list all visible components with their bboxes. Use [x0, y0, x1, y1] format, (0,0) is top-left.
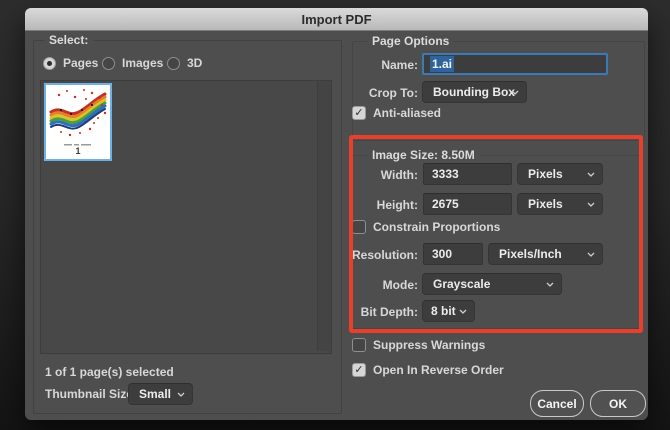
width-unit-dropdown[interactable]: Pixels	[517, 163, 603, 185]
chevron-down-icon	[511, 90, 519, 95]
constrain-proportions-checkbox[interactable]: Constrain Proportions	[352, 220, 500, 234]
resolution-unit-value: Pixels/Inch	[489, 247, 562, 261]
cancel-button-label: Cancel	[537, 397, 576, 411]
height-input[interactable]	[423, 193, 512, 215]
import-pdf-dialog: Import PDF Select: Pages Images 3D	[25, 8, 648, 420]
checkbox-checked-icon: ✓	[352, 106, 366, 120]
height-label: Height:	[345, 198, 418, 212]
resolution-unit-dropdown[interactable]: Pixels/Inch	[488, 243, 603, 265]
height-unit-dropdown[interactable]: Pixels	[517, 193, 603, 215]
pdf-preview-art	[46, 85, 110, 143]
radio-unselected-icon	[167, 57, 180, 70]
name-input[interactable]: 1.ai	[422, 53, 608, 75]
width-input[interactable]	[423, 163, 512, 185]
cancel-button[interactable]: Cancel	[530, 390, 584, 417]
crop-to-dropdown[interactable]: Bounding Box	[422, 81, 527, 103]
name-value-selected-text: 1.ai	[430, 56, 454, 72]
mode-dropdown[interactable]: Grayscale	[422, 273, 562, 295]
radio-pages-label: Pages	[63, 56, 98, 70]
thumbnail-size-value: Small	[129, 387, 171, 401]
name-label: Name:	[345, 58, 418, 72]
selection-status: 1 of 1 page(s) selected	[45, 365, 174, 379]
suppress-warnings-label: Suppress Warnings	[373, 338, 485, 352]
page-thumbnail[interactable]: 1	[44, 83, 112, 161]
crop-to-value: Bounding Box	[423, 85, 515, 99]
open-reverse-order-label: Open In Reverse Order	[373, 363, 504, 377]
ok-button-label: OK	[609, 397, 627, 411]
bit-depth-value: 8 bit	[423, 304, 456, 318]
checkbox-checked-icon: ✓	[352, 363, 366, 377]
dialog-title: Import PDF	[301, 12, 371, 27]
chevron-down-icon	[587, 252, 595, 257]
chevron-down-icon	[587, 202, 595, 207]
suppress-warnings-checkbox[interactable]: Suppress Warnings	[352, 338, 485, 352]
mode-label: Mode:	[345, 278, 418, 292]
radio-images[interactable]: Images	[102, 56, 163, 70]
radio-3d[interactable]: 3D	[167, 56, 202, 70]
dialog-titlebar: Import PDF	[25, 8, 648, 31]
anti-aliased-checkbox[interactable]: ✓ Anti-aliased	[352, 106, 441, 120]
radio-images-label: Images	[122, 56, 163, 70]
radio-unselected-icon	[102, 57, 115, 70]
chevron-down-icon	[177, 392, 185, 397]
chevron-down-icon	[587, 172, 595, 177]
radio-3d-label: 3D	[187, 56, 202, 70]
chevron-down-icon	[459, 309, 467, 314]
anti-aliased-label: Anti-aliased	[373, 106, 441, 120]
width-label: Width:	[345, 168, 418, 182]
bit-depth-dropdown[interactable]: 8 bit	[422, 300, 475, 322]
chevron-down-icon	[546, 282, 554, 287]
page-number: 1	[46, 146, 110, 156]
ok-button[interactable]: OK	[590, 390, 646, 417]
thumbnail-size-dropdown[interactable]: Small	[128, 383, 193, 405]
mode-value: Grayscale	[423, 277, 490, 291]
resolution-label: Resolution:	[345, 248, 418, 262]
radio-pages[interactable]: Pages	[43, 56, 98, 70]
bit-depth-label: Bit Depth:	[345, 305, 418, 319]
checkbox-unchecked-icon	[352, 220, 366, 234]
thumbnail-size-label: Thumbnail Size:	[45, 387, 137, 401]
open-reverse-order-checkbox[interactable]: ✓ Open In Reverse Order	[352, 363, 504, 377]
width-unit-value: Pixels	[518, 167, 563, 181]
radio-selected-icon	[43, 57, 56, 70]
image-size-legend: Image Size: 8.50M	[367, 148, 480, 162]
scrollbar-track[interactable]	[317, 81, 331, 351]
crop-to-label: Crop To:	[345, 86, 418, 100]
checkbox-unchecked-icon	[352, 338, 366, 352]
select-legend: Select:	[44, 33, 93, 47]
constrain-proportions-label: Constrain Proportions	[373, 220, 500, 234]
page-options-legend: Page Options	[367, 34, 454, 48]
height-unit-value: Pixels	[518, 197, 563, 211]
resolution-input[interactable]	[423, 243, 483, 265]
